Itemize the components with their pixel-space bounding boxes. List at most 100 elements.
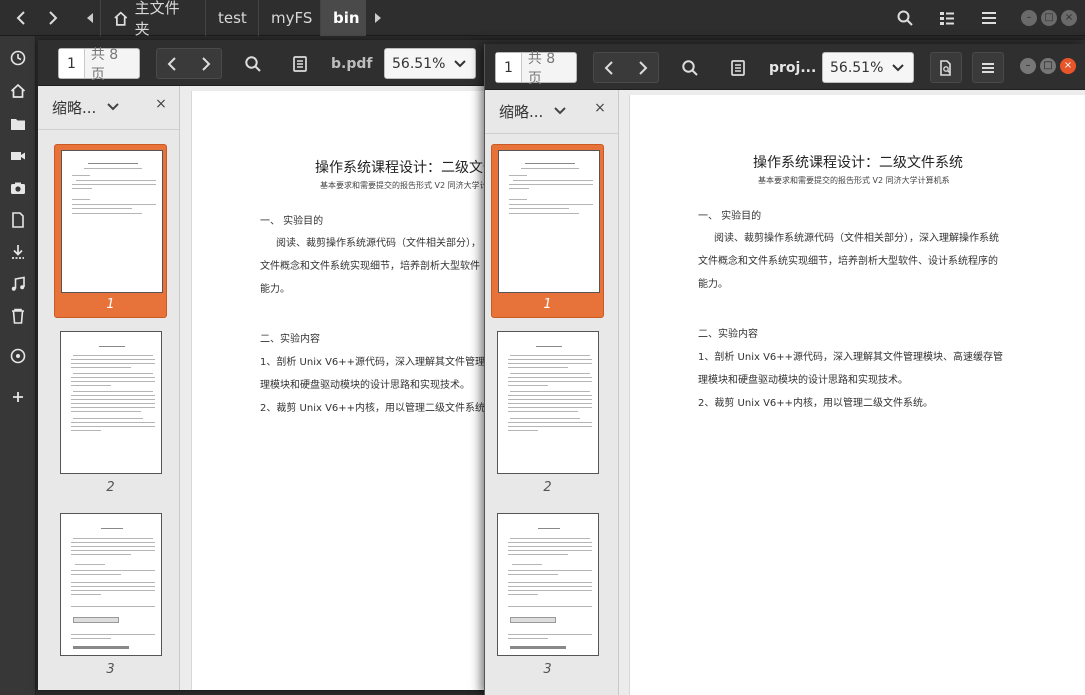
annotate-button[interactable] <box>284 48 316 79</box>
previous-page-button[interactable] <box>157 48 189 79</box>
page-number-input[interactable]: 1 <box>59 49 85 78</box>
sidebar-mode-label[interactable]: 缩略... <box>499 101 543 122</box>
thumbnail-image <box>498 150 600 293</box>
section-heading: 二、实验内容 <box>698 329 758 340</box>
sidebar-header: 缩略... × <box>485 90 618 134</box>
thumbnail-label: 3 <box>543 662 552 677</box>
close-sidebar-icon[interactable]: × <box>590 100 610 116</box>
thumbnail-page-3[interactable]: 3 <box>491 508 604 682</box>
paragraph-line: 2、裁剪 Unix V6++内核，用以管理二级文件系统。 <box>698 398 934 409</box>
document-view[interactable]: 操作系统课程设计：二级文件系统 基本要求和需要提交的报告形式 V2 同济大学计算… <box>619 90 1085 695</box>
search-icon <box>682 59 698 76</box>
music-icon[interactable] <box>0 270 36 298</box>
list-view-icon <box>940 12 954 25</box>
zoom-value: 56.51% <box>392 55 446 72</box>
next-page-button[interactable] <box>626 52 658 83</box>
document-search-icon <box>940 59 951 76</box>
sidebar-mode-label[interactable]: 缩略... <box>52 97 96 118</box>
paragraph-line: 文件概念和文件系统实现细节，培养剖析大型软件 <box>260 261 480 272</box>
folder-icon[interactable] <box>0 110 36 138</box>
doc-title: 操作系统课程设计：二级文件系统 <box>753 155 963 171</box>
doc-subtitle: 基本要求和需要提交的报告形式 V2 同济大学计算机系 <box>758 176 950 185</box>
thumbnail-page-2[interactable]: 2 <box>54 326 167 500</box>
thumbnail-label: 1 <box>543 297 552 312</box>
hamburger-icon <box>982 62 994 73</box>
trash-icon[interactable] <box>0 302 36 330</box>
back-button[interactable] <box>6 3 36 33</box>
page-navigator[interactable]: 1 共 8 页 <box>58 47 140 83</box>
notepad-icon <box>293 55 307 72</box>
thumbnail-page-3[interactable]: 3 <box>54 508 167 682</box>
notepad-icon <box>731 59 745 76</box>
page-number-input[interactable]: 1 <box>496 53 522 82</box>
thumbnail-label: 1 <box>106 297 115 312</box>
disc-icon[interactable] <box>0 342 36 370</box>
chevron-right-icon <box>202 56 211 71</box>
chevron-down-icon <box>892 64 904 72</box>
breadcrumb-scroll-left[interactable] <box>80 3 100 33</box>
video-icon[interactable] <box>0 142 36 170</box>
breadcrumb-scroll-right[interactable] <box>368 3 388 33</box>
menu-button[interactable] <box>972 52 1004 83</box>
breadcrumb-home[interactable]: 主文件夹 <box>100 0 205 38</box>
zoom-select[interactable]: 56.51% <box>384 48 476 79</box>
thumbnail-image <box>497 331 599 474</box>
close-button[interactable]: × <box>1061 10 1077 26</box>
chevron-down-icon[interactable] <box>106 100 120 114</box>
section-heading: 一、 实验目的 <box>698 211 762 222</box>
document-title: b.pdf <box>331 55 373 72</box>
annotate-button[interactable] <box>722 52 754 83</box>
maximize-button[interactable]: □ <box>1041 10 1057 26</box>
thumbnail-image <box>497 513 599 656</box>
thumbnail-page-2[interactable]: 2 <box>491 326 604 500</box>
maximize-button[interactable]: □ <box>1040 58 1056 74</box>
breadcrumb-test[interactable]: test <box>205 0 258 36</box>
paragraph-line: 文件概念和文件系统实现细节，培养剖析大型软件、设计系统程序的 <box>698 256 998 267</box>
home-icon <box>114 10 128 26</box>
add-location-icon[interactable] <box>0 383 36 411</box>
search-button[interactable] <box>890 3 920 33</box>
breadcrumb-bin[interactable]: bin <box>320 0 366 36</box>
chevron-right-icon <box>639 60 648 75</box>
breadcrumb-myfs[interactable]: myFS <box>258 0 320 36</box>
find-button[interactable] <box>237 48 269 79</box>
thumbnail-page-1[interactable]: 1 <box>54 144 167 318</box>
close-button[interactable]: × <box>1060 58 1076 74</box>
view-options-button[interactable] <box>932 3 962 33</box>
forward-button[interactable] <box>38 3 68 33</box>
minimize-button[interactable]: – <box>1021 10 1037 26</box>
paragraph-line: 阅读、裁剪操作系统源代码（文件相关部分）， <box>276 238 481 249</box>
paragraph-line: 理模块和硬盘驱动模块的设计思路和实现技术。 <box>698 375 908 386</box>
home-folder-icon[interactable] <box>0 77 36 105</box>
zoom-select[interactable]: 56.51% <box>822 52 914 83</box>
recent-icon[interactable] <box>0 44 36 72</box>
menu-button[interactable] <box>974 3 1004 33</box>
find-button[interactable] <box>674 52 706 83</box>
page-navigator[interactable]: 1 共 8 页 <box>495 51 577 87</box>
breadcrumb-home-label: 主文件夹 <box>134 0 180 38</box>
previous-page-button[interactable] <box>594 52 626 83</box>
paragraph-line: 1、剖析 Unix V6++源代码，深入理解其文件管理模块、高速缓存管 <box>698 352 1004 363</box>
thumbnail-page-1[interactable]: 1 <box>491 144 604 318</box>
download-icon[interactable] <box>0 238 36 266</box>
close-sidebar-icon[interactable]: × <box>151 96 171 112</box>
chevron-left-icon <box>167 56 176 71</box>
section-heading: 一、 实验目的 <box>260 216 324 227</box>
thumbnail-image <box>61 150 163 293</box>
document-icon[interactable] <box>0 206 36 234</box>
chevron-right-icon <box>49 11 58 25</box>
paragraph-line: 理模块和硬盘驱动模块的设计思路和实现技术。 <box>260 380 470 391</box>
search-icon <box>245 55 261 72</box>
next-page-button[interactable] <box>189 48 221 79</box>
thumbnail-label: 3 <box>106 662 115 677</box>
chevron-down-icon <box>454 60 466 68</box>
chevron-down-icon[interactable] <box>553 104 567 118</box>
page-total-label: 共 8 页 <box>527 50 556 87</box>
hamburger-icon <box>982 12 996 24</box>
file-manager-headerbar: 主文件夹 test myFS bin – □ × <box>0 0 1085 38</box>
camera-icon[interactable] <box>0 174 36 202</box>
breadcrumb-label: test <box>218 9 247 27</box>
minimize-button[interactable]: – <box>1020 58 1036 74</box>
document-page: 操作系统课程设计：二级文件系统 基本要求和需要提交的报告形式 V2 同济大学计算… <box>629 95 1085 695</box>
document-properties-button[interactable] <box>930 52 962 83</box>
